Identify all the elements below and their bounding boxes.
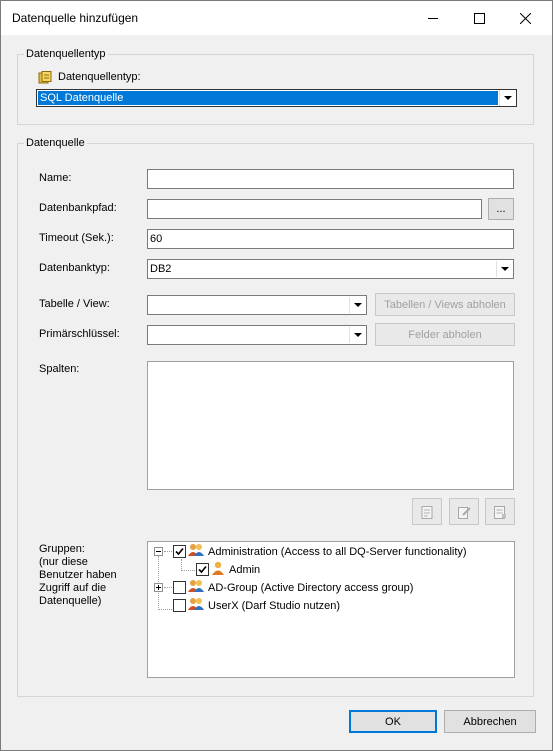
column-remove-button[interactable] bbox=[485, 498, 515, 525]
user-icon bbox=[211, 561, 225, 578]
list-icon bbox=[494, 505, 506, 519]
title-bar: Datenquelle hinzufügen bbox=[1, 1, 552, 35]
tree-node-ad-group[interactable]: AD-Group (Active Directory access group) bbox=[173, 579, 413, 596]
chevron-down-icon[interactable] bbox=[496, 261, 512, 277]
dbtype-label: Datenbanktyp: bbox=[39, 262, 110, 274]
source-group: Datenquelle Name: Datenbankpfad: ... Tim… bbox=[17, 136, 534, 697]
source-type-label: Datenquellentyp: bbox=[58, 71, 141, 83]
source-type-select[interactable]: SQL Datenquelle bbox=[36, 89, 517, 107]
timeout-label: Timeout (Sek.): bbox=[39, 232, 114, 244]
table-label: Tabelle / View: bbox=[39, 298, 110, 310]
groups-tree[interactable]: Administration (Access to all DQ-Server … bbox=[147, 541, 515, 678]
fetch-tables-button[interactable]: Tabellen / Views abholen bbox=[375, 293, 515, 316]
chevron-down-icon[interactable] bbox=[349, 327, 365, 343]
chevron-down-icon[interactable] bbox=[499, 90, 515, 106]
admin-checkbox[interactable] bbox=[196, 563, 209, 576]
ad-group-checkbox[interactable] bbox=[173, 581, 186, 594]
userx-checkbox[interactable] bbox=[173, 599, 186, 612]
pk-select[interactable] bbox=[147, 325, 367, 345]
edit-icon bbox=[458, 506, 471, 519]
close-button[interactable] bbox=[502, 1, 548, 35]
maximize-button[interactable] bbox=[456, 1, 502, 35]
columns-list[interactable] bbox=[147, 361, 514, 490]
column-properties-button[interactable] bbox=[412, 498, 442, 525]
group-icon bbox=[188, 579, 204, 596]
name-label: Name: bbox=[39, 172, 72, 184]
ok-button[interactable]: OK bbox=[349, 710, 437, 733]
tree-node-label: UserX (Darf Studio nutzen) bbox=[208, 599, 341, 612]
collapse-icon[interactable] bbox=[154, 547, 163, 556]
maximize-icon bbox=[473, 12, 485, 24]
close-icon bbox=[519, 12, 531, 24]
source-type-value: SQL Datenquelle bbox=[40, 92, 124, 104]
dialog-window: Datenquelle hinzufügen Datenquellentyp D… bbox=[0, 0, 553, 751]
fetch-fields-button[interactable]: Felder abholen bbox=[375, 323, 515, 346]
tree-connector bbox=[158, 609, 174, 610]
timeout-field[interactable]: 60 bbox=[147, 229, 514, 249]
columns-label: Spalten: bbox=[39, 363, 80, 375]
source-legend: Datenquelle bbox=[24, 136, 87, 150]
tree-node-admin[interactable]: Admin bbox=[196, 561, 260, 578]
group-icon bbox=[188, 543, 204, 560]
dbpath-field[interactable] bbox=[147, 199, 482, 219]
minimize-icon bbox=[427, 17, 438, 19]
tree-connector bbox=[181, 570, 195, 571]
dbtype-value: DB2 bbox=[150, 263, 172, 275]
administration-checkbox[interactable] bbox=[173, 545, 186, 558]
browse-button[interactable]: ... bbox=[488, 198, 514, 220]
window-title: Datenquelle hinzufügen bbox=[12, 11, 139, 25]
groups-label: Gruppen: (nur diese Benutzer haben Zugri… bbox=[39, 543, 117, 607]
chevron-down-icon[interactable] bbox=[349, 297, 365, 313]
dbpath-label: Datenbankpfad: bbox=[39, 202, 117, 214]
minimize-button[interactable] bbox=[410, 1, 456, 35]
source-type-legend: Datenquellentyp bbox=[24, 47, 108, 61]
tree-node-label: Administration (Access to all DQ-Server … bbox=[208, 545, 467, 558]
cancel-button[interactable]: Abbrechen bbox=[444, 710, 536, 733]
group-icon bbox=[188, 597, 204, 614]
pk-label: Primärschlüssel: bbox=[39, 328, 120, 340]
table-select[interactable] bbox=[147, 295, 367, 315]
dbtype-select[interactable]: DB2 bbox=[147, 259, 514, 279]
name-field[interactable] bbox=[147, 169, 514, 189]
column-edit-button[interactable] bbox=[449, 498, 479, 525]
tree-node-label: Admin bbox=[229, 563, 261, 576]
tree-connector bbox=[164, 587, 172, 588]
properties-icon bbox=[421, 505, 433, 519]
tree-node-userx[interactable]: UserX (Darf Studio nutzen) bbox=[173, 597, 340, 614]
source-type-group: Datenquellentyp Datenquellentyp: SQL Dat… bbox=[17, 47, 534, 125]
expand-icon[interactable] bbox=[154, 583, 163, 592]
tree-node-administration[interactable]: Administration (Access to all DQ-Server … bbox=[173, 543, 467, 560]
tree-connector bbox=[164, 551, 172, 552]
tree-node-label: AD-Group (Active Directory access group) bbox=[208, 581, 414, 594]
database-icon bbox=[38, 71, 52, 88]
